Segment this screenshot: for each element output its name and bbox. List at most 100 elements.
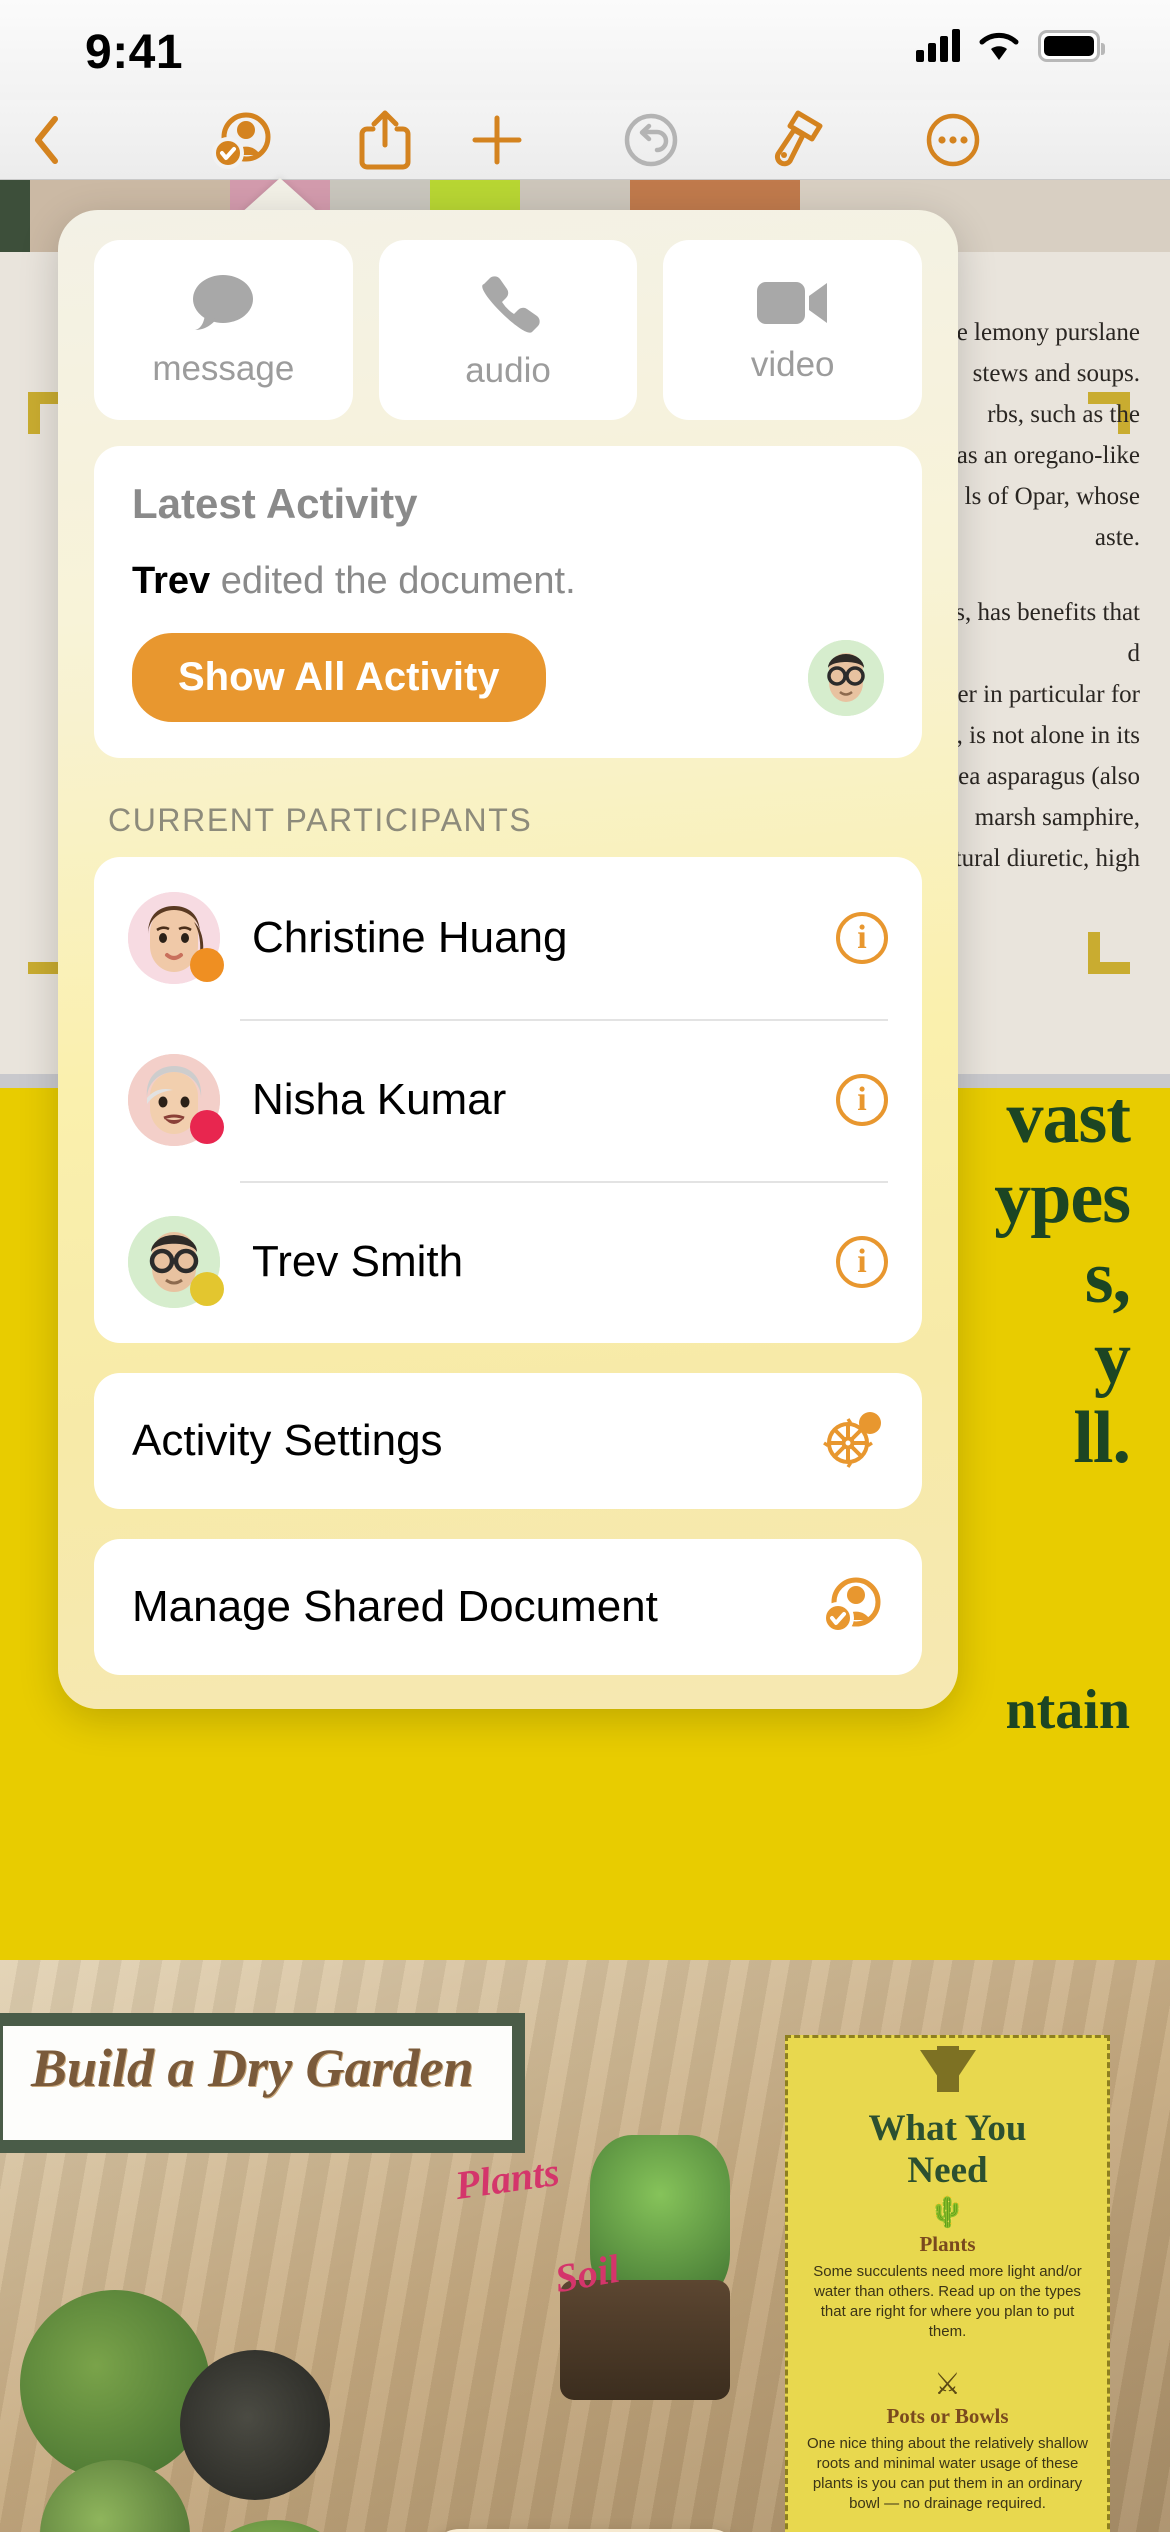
doc-line: has an oregano-like: [944, 442, 1140, 469]
participants-header: CURRENT PARTICIPANTS: [108, 802, 533, 838]
undo-arrow-icon: [623, 112, 679, 168]
doc-line: marsh samphire,: [974, 804, 1140, 831]
latest-activity-card: Latest Activity Trev edited the document…: [94, 446, 922, 758]
succulent-plant: [20, 2290, 210, 2480]
status-bar-time: 9:41: [85, 26, 184, 79]
participant-info-button[interactable]: i: [836, 1236, 888, 1288]
gear-person-icon: [822, 1410, 884, 1473]
doc-line: ea asparagus (also: [958, 763, 1140, 790]
headline-line: ypes: [994, 1157, 1131, 1239]
wifi-icon: [978, 29, 1020, 62]
more-button[interactable]: [898, 100, 1008, 180]
row-divider: [240, 1181, 888, 1183]
wyn-title-line: Need: [907, 2150, 988, 2191]
collaborate-button[interactable]: [188, 100, 298, 180]
need-item-body: One nice thing about the relatively shal…: [806, 2435, 1088, 2512]
speech-bubble-icon: [187, 272, 259, 339]
status-bar: 9:41: [0, 0, 1170, 100]
need-item-name: Pots or Bowls: [886, 2404, 1009, 2428]
share-button[interactable]: [330, 100, 440, 180]
communication-row: message audio video: [94, 240, 923, 420]
status-bar-icons: [916, 28, 1105, 62]
what-you-need-title: What You Need: [788, 2108, 1107, 2192]
video-camera-icon: [755, 276, 831, 335]
participant-info-button[interactable]: i: [836, 912, 888, 964]
activity-settings-button[interactable]: Activity Settings: [94, 1373, 922, 1509]
audio-button[interactable]: audio: [378, 240, 638, 420]
ellipsis-circle-icon: [925, 112, 981, 168]
plant-pot: [560, 2280, 730, 2400]
chevron-left-icon: [32, 115, 62, 165]
cactus-icon: 🌵: [928, 2196, 967, 2229]
participant-name: Trev Smith: [252, 1237, 464, 1286]
doc-line: r, is not alone in its: [949, 722, 1140, 749]
video-button[interactable]: video: [663, 240, 923, 420]
manage-shared-document-label: Manage Shared Document: [132, 1582, 658, 1631]
cellular-signal-icon: [916, 28, 960, 62]
doc-line: The lemony purslane: [928, 319, 1140, 346]
participant-name: Nisha Kumar: [252, 1075, 507, 1124]
need-item-name: Plants: [919, 2232, 976, 2256]
doc-line: er in particular for: [957, 681, 1140, 708]
pot-icon: ⚔: [934, 2368, 961, 2401]
participant-row-christine-huang[interactable]: Christine Huang i: [94, 857, 922, 1019]
doc-line: aste.: [1094, 524, 1140, 551]
headline-line: ll.: [1073, 1397, 1131, 1479]
poster-title-box: Build a Dry Garden: [0, 2013, 525, 2153]
latest-activity-line: Trev edited the document.: [132, 560, 884, 603]
doc-line: d: [1127, 640, 1141, 667]
document-page-garden: Build a Dry Garden Plants Soil Bowls Wha…: [0, 1960, 1170, 2532]
headline-line: vast: [1006, 1077, 1131, 1159]
participant-row-trev-smith[interactable]: Trev Smith i: [94, 1181, 922, 1343]
app-toolbar: [0, 100, 1170, 180]
need-item: 🌵 Plants Some succulents need more light…: [806, 2196, 1089, 2342]
battery-icon: [1038, 30, 1105, 62]
need-item: ⚔ Pots or Bowls One nice thing about the…: [806, 2368, 1089, 2514]
selection-corner-br: [1088, 932, 1130, 974]
latest-activity-footer: Show All Activity: [132, 633, 884, 722]
doc-line: rbs, such as the: [987, 401, 1140, 428]
trev-avatar: [808, 639, 884, 716]
status-dot: [190, 1272, 224, 1306]
poster-title: Build a Dry Garden: [31, 2038, 474, 2098]
status-dot: [190, 1110, 224, 1144]
participant-info-button[interactable]: i: [836, 1074, 888, 1126]
plus-icon: [471, 114, 523, 166]
wyn-title-line: What You: [868, 2108, 1027, 2149]
manage-shared-document-button[interactable]: Manage Shared Document: [94, 1539, 922, 1675]
avatar: [128, 1216, 224, 1308]
audio-label: audio: [465, 350, 551, 390]
undo-button[interactable]: [596, 100, 706, 180]
collaboration-popover: message audio video Latest Activity Trev…: [58, 210, 958, 1709]
participants-list: Christine Huang i Nisha Kumar i Trev Smi…: [94, 857, 922, 1343]
need-item-body: Some succulents need more light and/or w…: [813, 2263, 1082, 2340]
row-divider: [240, 1019, 888, 1021]
person-checkmark-icon: [212, 111, 274, 169]
phone-handset-icon: [475, 270, 541, 341]
what-you-need-box: What You Need 🌵 Plants Some succulents n…: [785, 2035, 1110, 2532]
succulent-plant: [180, 2350, 330, 2500]
message-button[interactable]: message: [94, 240, 353, 420]
latest-activity-title: Latest Activity: [132, 480, 418, 527]
video-label: video: [750, 344, 835, 384]
back-button[interactable]: [0, 100, 94, 180]
headline-line: s,: [1084, 1237, 1131, 1319]
person-checkmark-icon: [822, 1576, 884, 1639]
message-label: message: [152, 348, 295, 388]
format-button[interactable]: [742, 100, 852, 180]
headline-line: y: [1094, 1317, 1131, 1399]
doc-line: stews and soups.: [972, 360, 1140, 387]
popover-arrow: [240, 178, 320, 214]
down-arrow-icon: [919, 2046, 976, 2092]
activity-actor: Trev: [132, 560, 211, 602]
paintbrush-icon: [768, 109, 826, 171]
avatar: [128, 1054, 224, 1146]
participant-row-nisha-kumar[interactable]: Nisha Kumar i: [94, 1019, 922, 1181]
doc-line: ls of Opar, whose: [964, 483, 1140, 510]
doc-line: atural diuretic, high: [943, 845, 1140, 872]
doc-line: els, has benefits that: [937, 599, 1140, 626]
status-dot: [190, 948, 224, 982]
share-up-arrow-icon: [359, 109, 411, 171]
insert-button[interactable]: [442, 100, 552, 180]
show-all-activity-button[interactable]: Show All Activity: [132, 633, 546, 722]
